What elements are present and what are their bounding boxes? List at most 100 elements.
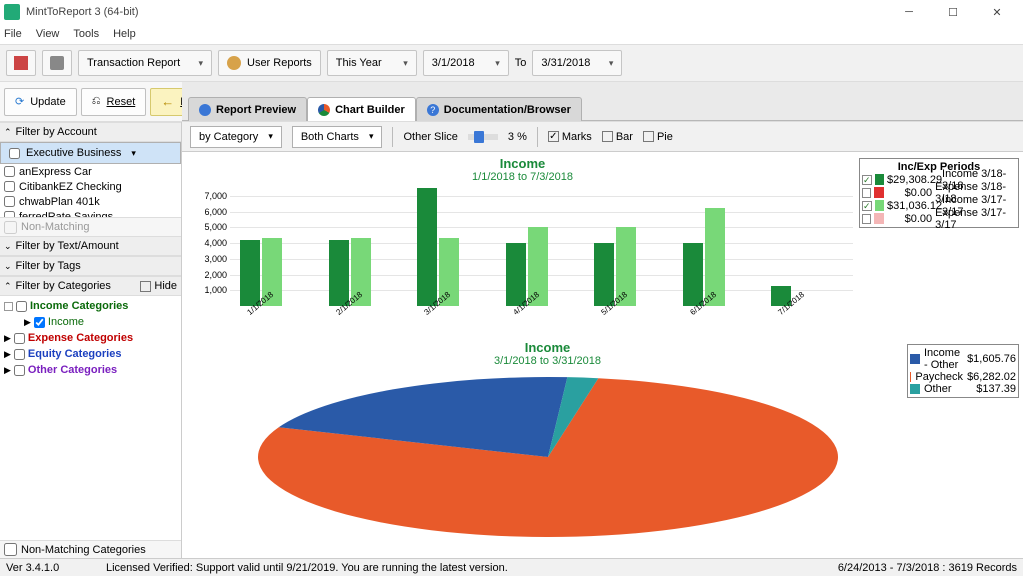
category-checkbox[interactable] (14, 333, 25, 344)
report-type-label: Transaction Report (87, 57, 180, 69)
filter-tags-header[interactable]: ⌄Filter by Tags (0, 256, 181, 276)
category-label: Income (48, 316, 84, 328)
pie-checkbox[interactable]: Pie (643, 131, 673, 143)
bar-chart: Income 1/1/2018 to 7/3/2018 1,0002,0003,… (192, 156, 853, 326)
menu-view[interactable]: View (36, 28, 60, 40)
legend-swatch (875, 174, 885, 185)
non-matching-accounts: Non-Matching (0, 218, 181, 236)
date-from-select[interactable]: 3/1/2018 (423, 50, 509, 76)
category-income-sub[interactable]: ▶ Income (2, 314, 179, 330)
chart-toolbar: by Category Both Charts Other Slice 3 % … (182, 122, 1023, 152)
collapse-icon[interactable] (4, 302, 13, 311)
pie-chart-title: Income (192, 340, 903, 355)
account-checkbox[interactable] (4, 166, 15, 177)
date-to-select[interactable]: 3/31/2018 (532, 50, 622, 76)
groupby-select[interactable]: by Category (190, 126, 282, 148)
filter-text-label: Filter by Text/Amount (16, 240, 119, 252)
pie-svg (238, 367, 858, 547)
user-reports-button[interactable]: User Reports (218, 50, 321, 76)
category-label: Income Categories (30, 300, 128, 312)
filter-account-label: Filter by Account (16, 126, 97, 138)
new-report-icon[interactable] (6, 50, 36, 76)
legend-checkbox[interactable] (862, 201, 872, 211)
category-checkbox[interactable] (14, 349, 25, 360)
other-slice-slider[interactable] (468, 134, 498, 140)
pie-chart-subtitle: 3/1/2018 to 3/31/2018 (192, 355, 903, 367)
account-row[interactable]: ferredRate Savings (0, 209, 181, 218)
filter-account-header[interactable]: ⌃Filter by Account (0, 122, 181, 142)
period-label: This Year (336, 57, 382, 69)
marks-checkbox[interactable]: Marks (548, 131, 592, 143)
secondary-toolbar: ⟳Update ⎌Reset ←Back Report Preview Char… (0, 82, 1023, 122)
close-button[interactable]: ✕ (975, 0, 1019, 24)
category-income[interactable]: Income Categories (2, 298, 179, 314)
non-matching-categories[interactable]: Non-Matching Categories (0, 540, 181, 558)
legend-checkbox[interactable] (862, 188, 871, 198)
legend-checkbox[interactable] (862, 175, 872, 185)
legend-swatch (910, 354, 920, 364)
account-name: chwabPlan 401k (19, 196, 100, 208)
hide-checkbox[interactable] (140, 281, 151, 292)
category-equity[interactable]: ▶Equity Categories (2, 346, 179, 362)
tab-report-preview[interactable]: Report Preview (188, 97, 307, 121)
legend-amount: $0.00 (887, 213, 933, 225)
legend-checkbox[interactable] (862, 214, 871, 224)
category-checkbox[interactable] (14, 365, 25, 376)
filter-categories-header[interactable]: ⌃Filter by Categories Hide (0, 276, 181, 296)
period-select[interactable]: This Year (327, 50, 417, 76)
account-checkbox[interactable] (4, 181, 15, 192)
expand-icon[interactable]: ▶ (4, 333, 11, 344)
content-area: by Category Both Charts Other Slice 3 % … (182, 122, 1023, 558)
category-checkbox[interactable] (16, 301, 27, 312)
legend-swatch (910, 384, 920, 394)
filter-text-header[interactable]: ⌄Filter by Text/Amount (0, 236, 181, 256)
slider-thumb[interactable] (474, 131, 484, 143)
maximize-button[interactable]: ☐ (931, 0, 975, 24)
tab-documentation[interactable]: ?Documentation/Browser (416, 97, 582, 121)
account-list[interactable]: Executive Business anExpress Car Citiban… (0, 142, 181, 218)
account-row[interactable]: chwabPlan 401k (0, 194, 181, 209)
menu-file[interactable]: File (4, 28, 22, 40)
sidebar: ⌃Filter by Account Executive Business an… (0, 122, 182, 558)
filter-tags-label: Filter by Tags (16, 260, 81, 272)
minimize-button[interactable]: ─ (887, 0, 931, 24)
legend-amount: $0.00 (887, 187, 933, 199)
expand-icon[interactable]: ▶ (4, 349, 11, 360)
version-label: Ver 3.4.1.0 (6, 562, 106, 574)
date-from-label: 3/1/2018 (432, 57, 475, 69)
category-expense[interactable]: ▶Expense Categories (2, 330, 179, 346)
bar-checkbox[interactable]: Bar (602, 131, 633, 143)
report-type-select[interactable]: Transaction Report (78, 50, 212, 76)
category-other[interactable]: ▶Other Categories (2, 362, 179, 378)
account-checkbox[interactable] (4, 211, 15, 218)
print-icon[interactable] (42, 50, 72, 76)
expand-icon[interactable]: ▶ (4, 365, 11, 376)
tab-chart-builder[interactable]: Chart Builder (307, 97, 416, 121)
legend-name: Paycheck (915, 371, 963, 383)
date-to-label: 3/31/2018 (541, 57, 590, 69)
category-checkbox[interactable] (34, 317, 45, 328)
account-name: Executive Business (26, 147, 121, 159)
update-button[interactable]: ⟳Update (4, 88, 77, 116)
non-matching-label: Non-Matching (21, 221, 89, 233)
status-bar: Ver 3.4.1.0 Licensed Verified: Support v… (0, 558, 1023, 576)
menu-tools[interactable]: Tools (73, 28, 99, 40)
account-checkbox[interactable] (9, 148, 20, 159)
to-label: To (515, 57, 527, 69)
bar-label: Bar (616, 131, 633, 143)
account-row[interactable]: CitibankEZ Checking (0, 179, 181, 194)
account-row[interactable]: anExpress Car (0, 164, 181, 179)
tab-label: Documentation/Browser (444, 104, 571, 116)
hide-label: Hide (154, 280, 177, 292)
category-tree[interactable]: Income Categories ▶ Income ▶Expense Categ… (0, 296, 181, 540)
back-arrow-icon: ← (161, 94, 174, 109)
expand-icon[interactable]: ▶ (24, 317, 31, 328)
menu-help[interactable]: Help (113, 28, 136, 40)
license-label: Licensed Verified: Support valid until 9… (106, 562, 838, 574)
account-checkbox[interactable] (4, 196, 15, 207)
chartmode-select[interactable]: Both Charts (292, 126, 383, 148)
account-row[interactable]: Executive Business (0, 142, 181, 164)
reset-button[interactable]: ⎌Reset (81, 88, 147, 116)
divider (392, 127, 393, 147)
non-matching-cats-checkbox[interactable] (4, 543, 17, 556)
